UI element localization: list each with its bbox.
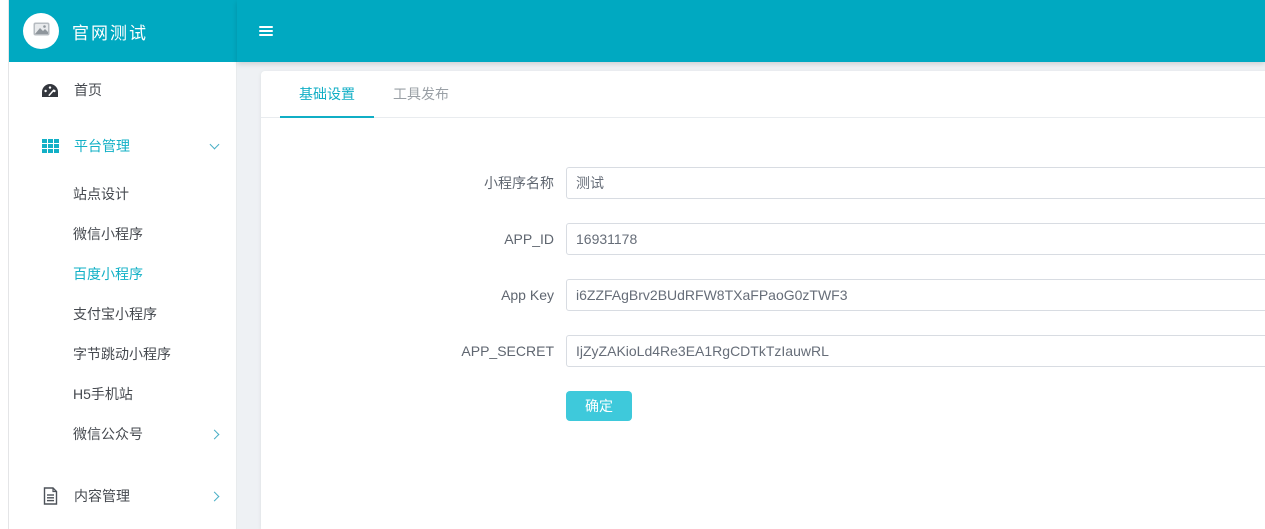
app-secret-label: APP_SECRET [261, 343, 566, 359]
sidebar-item-label: 首页 [74, 80, 102, 100]
sidebar-item-platform-management[interactable]: 平台管理 [9, 118, 236, 174]
sidebar-item-home[interactable]: 首页 [9, 62, 236, 118]
form-row-app-id: APP_ID [261, 223, 1265, 255]
form-row-app-key: App Key [261, 279, 1265, 311]
hamburger-menu-icon[interactable] [259, 26, 273, 36]
app-logo[interactable] [23, 13, 59, 49]
miniprogram-name-label: 小程序名称 [261, 173, 566, 193]
sidebar-item-label: 支付宝小程序 [73, 304, 157, 324]
app-key-label: App Key [261, 287, 566, 303]
image-icon [33, 22, 50, 41]
document-icon [41, 487, 59, 505]
sidebar-item-label: 站点设计 [73, 184, 129, 204]
sidebar-item-wechat-miniprogram[interactable]: 微信小程序 [9, 214, 236, 254]
sidebar-item-content-management[interactable]: 内容管理 [9, 468, 236, 524]
sidebar-item-label: 字节跳动小程序 [73, 344, 171, 364]
sidebar-item-label: 微信小程序 [73, 224, 143, 244]
form-row-miniprogram-name: 小程序名称 [261, 167, 1265, 199]
sidebar-item-baidu-miniprogram[interactable]: 百度小程序 [9, 254, 236, 294]
app-id-field[interactable] [566, 223, 1265, 255]
sidebar-item-h5-mobile-site[interactable]: H5手机站 [9, 374, 236, 414]
sidebar-nav: 首页 平台管理 站点设计 [9, 62, 237, 529]
dashboard-icon [41, 83, 59, 98]
tabs-bar: 基础设置 工具发布 [261, 71, 1265, 118]
sidebar-item-label: 平台管理 [74, 136, 130, 156]
app-key-field[interactable] [566, 279, 1265, 311]
settings-card: 基础设置 工具发布 小程序名称 APP_ID [261, 71, 1265, 529]
admin-app: 官网测试 首页 [8, 0, 1265, 529]
content-area: 基础设置 工具发布 小程序名称 APP_ID [237, 62, 1265, 529]
sidebar-item-label: 内容管理 [74, 486, 130, 506]
sidebar-item-alipay-miniprogram[interactable]: 支付宝小程序 [9, 294, 236, 334]
miniprogram-name-field[interactable] [566, 167, 1265, 199]
sidebar-item-label: 微信公众号 [73, 424, 143, 444]
sidebar: 官网测试 首页 [9, 0, 237, 529]
settings-form: 小程序名称 APP_ID App Key APP_SECRET [261, 118, 1265, 421]
grid-icon [41, 139, 59, 153]
confirm-button[interactable]: 确定 [566, 391, 632, 421]
sidebar-item-wechat-official-account[interactable]: 微信公众号 [9, 414, 236, 454]
chevron-right-icon [210, 491, 220, 501]
sidebar-item-bytedance-miniprogram[interactable]: 字节跳动小程序 [9, 334, 236, 374]
app-id-label: APP_ID [261, 231, 566, 247]
sidebar-item-label: H5手机站 [73, 384, 133, 404]
app-title: 官网测试 [72, 19, 148, 44]
main-area: 基础设置 工具发布 小程序名称 APP_ID [237, 0, 1265, 529]
tab-label: 工具发布 [393, 86, 449, 102]
chevron-right-icon [210, 429, 220, 439]
tab-label: 基础设置 [299, 86, 355, 102]
sidebar-header: 官网测试 [9, 0, 237, 62]
chevron-down-icon [210, 140, 220, 150]
sidebar-item-label: 百度小程序 [73, 264, 143, 284]
form-row-app-secret: APP_SECRET [261, 335, 1265, 367]
app-secret-field[interactable] [566, 335, 1265, 367]
topbar [237, 0, 1265, 62]
tab-tool-publish[interactable]: 工具发布 [374, 71, 468, 117]
sidebar-item-site-design[interactable]: 站点设计 [9, 174, 236, 214]
tab-basic-settings[interactable]: 基础设置 [280, 71, 374, 117]
form-actions: 确定 [566, 391, 1265, 421]
